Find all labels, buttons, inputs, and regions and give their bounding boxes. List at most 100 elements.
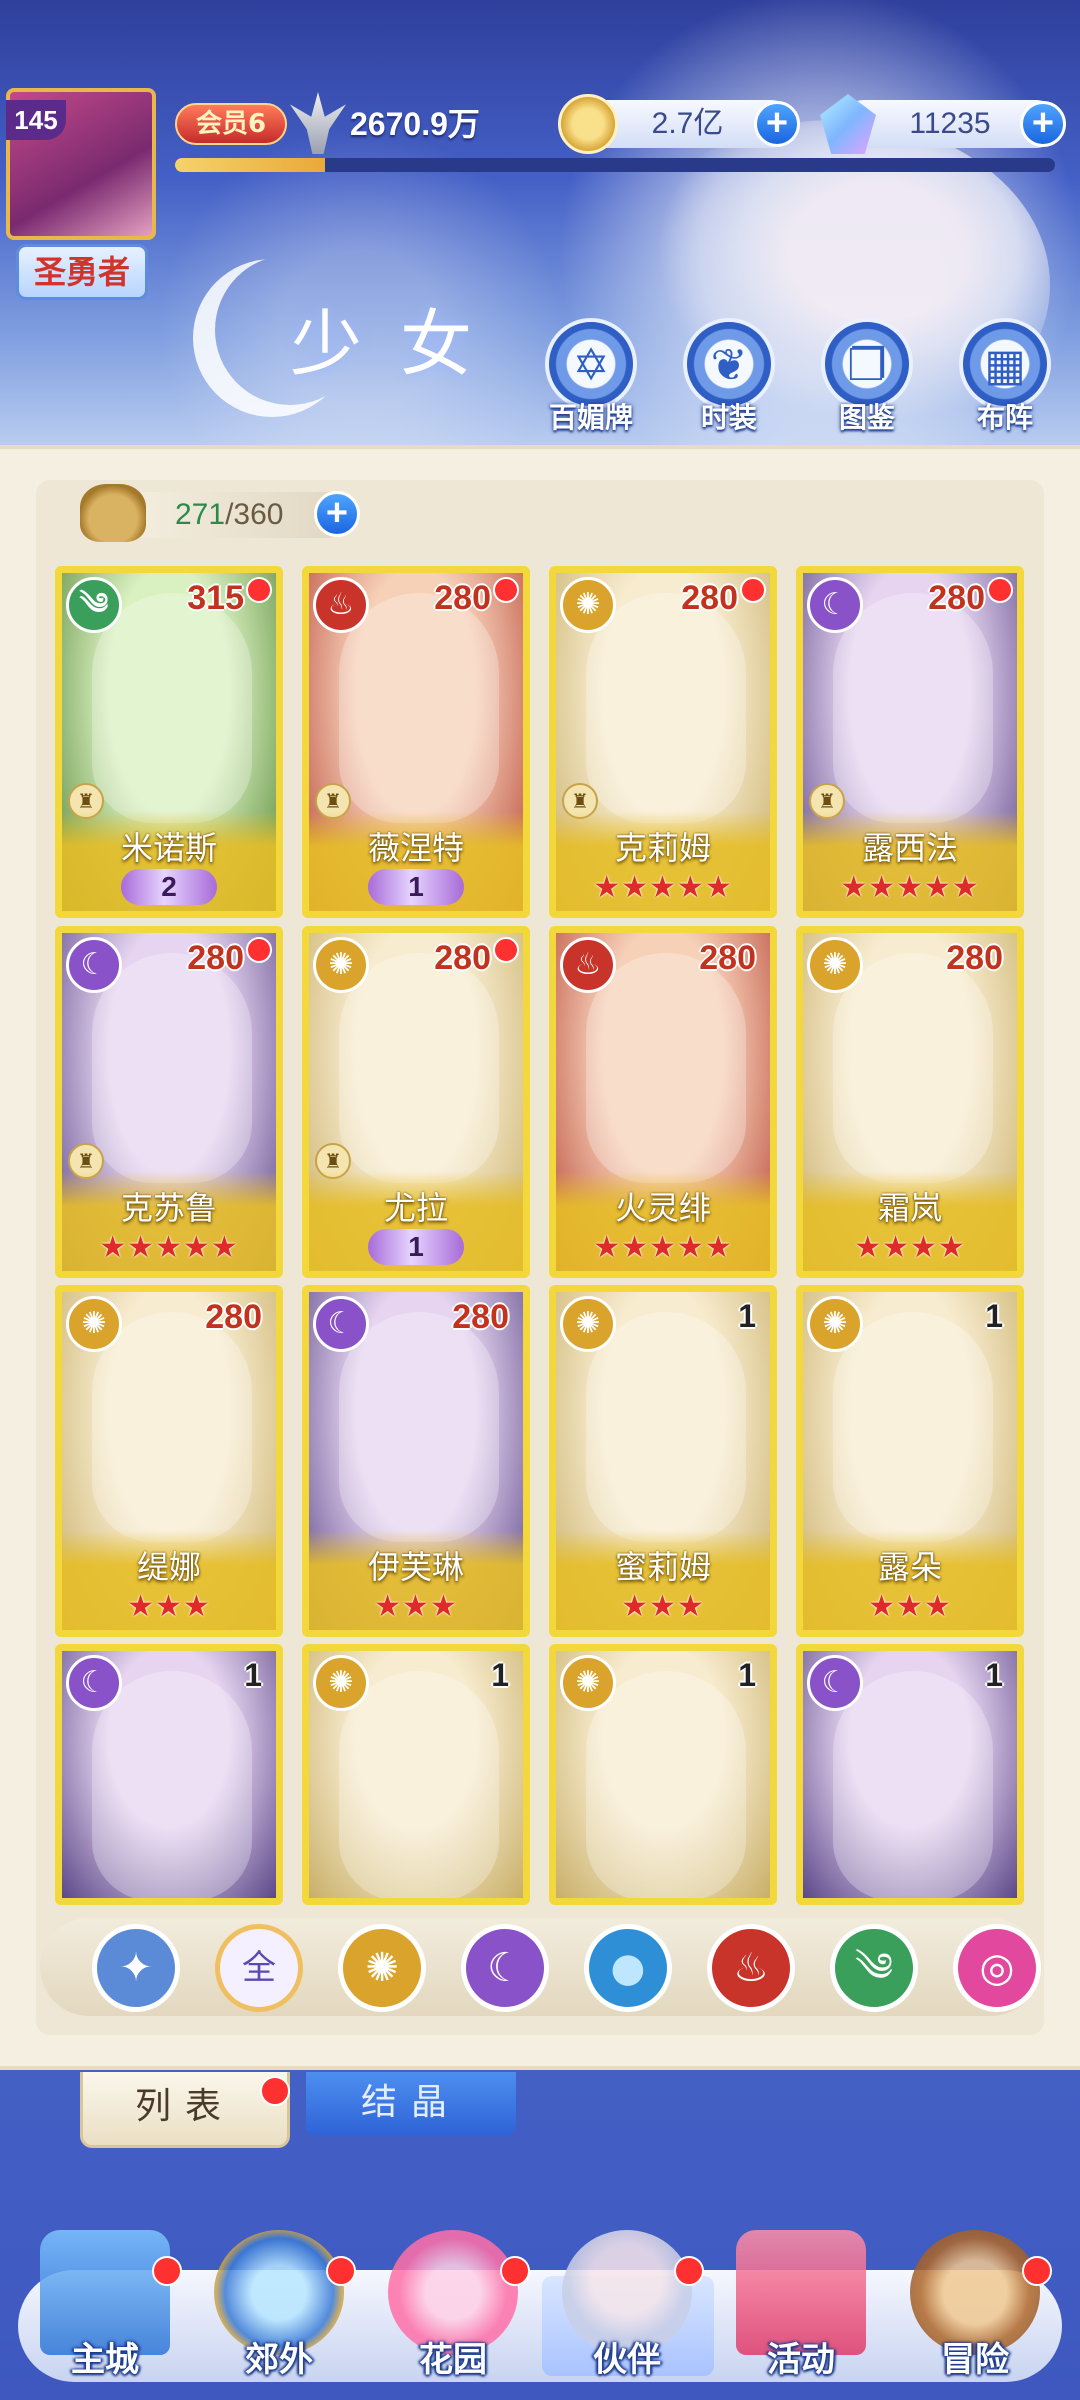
filter-water-icon[interactable]: ● [584, 1924, 672, 2012]
awaken-wing-badge: 2 [121, 869, 217, 905]
character-card[interactable]: ✺ 280 ♜ 尤拉 1 [302, 926, 530, 1278]
card-name: 克苏鲁 [120, 1189, 217, 1227]
card-level: 280 [434, 579, 491, 617]
star-rating: ★★★★★ [593, 870, 733, 905]
filter-wind-icon[interactable]: ༄ [830, 1924, 918, 2012]
xp-bar-fill [175, 158, 325, 172]
card-level: 1 [985, 1298, 1003, 1334]
dark-element-icon: ☾ [66, 1655, 122, 1711]
add-gold-button[interactable]: + [754, 101, 800, 147]
wind-element-icon: ༄ [66, 577, 122, 633]
light-element-icon: ✺ [313, 1655, 369, 1711]
card-level: 280 [946, 939, 1003, 977]
filter-special-icon[interactable]: ◎ [953, 1924, 1041, 2012]
star-rating: ★★★ [621, 1589, 705, 1624]
card-level: 1 [244, 1657, 262, 1693]
character-card[interactable]: ✺ 1 蜜莉姆 ★★★ [549, 1285, 777, 1637]
character-card[interactable]: ☾ 280 ♜ 露西法 ★★★★★ [796, 566, 1024, 918]
capacity-max: /360 [225, 498, 284, 531]
awaken-wing-badge: 1 [368, 869, 464, 905]
nav-label: 伙伴 [593, 2340, 661, 2380]
nav-item-gift[interactable]: 活动 [716, 2230, 886, 2385]
character-card[interactable]: ༄ 315 ♜ 米诺斯 2 [55, 566, 283, 918]
nav-item-castle[interactable]: 主城 [20, 2230, 190, 2385]
character-card[interactable]: ☾ 280 ♜ 克苏鲁 ★★★★★ [55, 926, 283, 1278]
notification-dot [246, 577, 272, 603]
notification-dot [674, 2256, 704, 2286]
filter-all-icon[interactable]: 全 [215, 1924, 303, 2012]
card-level: 280 [452, 1298, 509, 1336]
card-name: 伊芙琳 [367, 1548, 464, 1586]
character-card[interactable]: ☾ 1 [55, 1644, 283, 1905]
notification-dot [493, 937, 519, 963]
dark-element-icon: ☾ [807, 577, 863, 633]
star-rating: ★★★ [868, 1589, 952, 1624]
player-level: 145 [6, 100, 66, 140]
character-card[interactable]: ♨ 280 ♜ 薇涅特 1 [302, 566, 530, 918]
card-name: 薇涅特 [367, 829, 464, 867]
expand-capacity-button[interactable]: + [314, 491, 360, 537]
filter-fire-icon[interactable]: ♨ [707, 1924, 795, 2012]
card-name: 火灵绯 [614, 1189, 711, 1227]
character-card[interactable]: ✺ 280 霜岚 ★★★★ [796, 926, 1024, 1278]
card-level: 280 [205, 1298, 262, 1336]
star-rating: ★★★★★ [593, 1230, 733, 1265]
nav-item-portal[interactable]: 郊外 [194, 2230, 364, 2385]
add-gems-button[interactable]: + [1020, 101, 1066, 147]
notification-dot [740, 577, 766, 603]
tab-crystal[interactable]: 结晶 [306, 2072, 516, 2136]
top-button-formation[interactable]: ▦ 布阵 [950, 318, 1060, 434]
top-button-outfit[interactable]: ❦ 时装 [674, 318, 784, 434]
card-name: 露朵 [877, 1548, 942, 1586]
card-name: 米诺斯 [120, 829, 217, 867]
nav-label: 活动 [767, 2340, 835, 2380]
light-element-icon: ✺ [807, 937, 863, 993]
character-card[interactable]: ☾ 1 [796, 1644, 1024, 1905]
character-card[interactable]: ✺ 280 缇娜 ★★★ [55, 1285, 283, 1637]
nav-label: 冒险 [941, 2340, 1009, 2380]
filter-light-icon[interactable]: ✺ [338, 1924, 426, 2012]
nav-label: 主城 [71, 2340, 139, 2380]
light-element-icon: ✺ [807, 1296, 863, 1352]
character-card[interactable]: ✺ 1 [302, 1644, 530, 1905]
top-button-label: 图鉴 [838, 401, 895, 434]
awaken-wing-badge: 1 [368, 1229, 464, 1265]
card-name: 霜岚 [877, 1189, 942, 1227]
notification-dot [500, 2256, 530, 2286]
card-level: 1 [738, 1298, 756, 1334]
vip-badge[interactable]: 会员6 [175, 103, 287, 145]
tab-list[interactable]: 列表 [80, 2072, 290, 2148]
star-rating: ★★★★★ [840, 870, 980, 905]
nav-item-adventure[interactable]: 冒险 [890, 2230, 1060, 2385]
page-title: 少女 [290, 302, 511, 386]
character-card[interactable]: ✺ 280 ♜ 克莉姆 ★★★★★ [549, 566, 777, 918]
character-card[interactable]: ✺ 1 露朵 ★★★ [796, 1285, 1024, 1637]
dark-element-icon: ☾ [807, 1655, 863, 1711]
top-button-gallery[interactable]: ❐ 图鉴 [812, 318, 922, 434]
nav-item-heart[interactable]: 花园 [368, 2230, 538, 2385]
light-element-icon: ✺ [560, 1296, 616, 1352]
bag-icon [80, 484, 146, 542]
notification-dot [987, 577, 1013, 603]
filter-collapse-button[interactable]: ✦ [92, 1924, 180, 2012]
capacity-current: 271 [175, 498, 226, 531]
card-level: 280 [434, 939, 491, 977]
card-name: 缇娜 [136, 1548, 201, 1586]
star-rating: ★★★ [374, 1589, 458, 1624]
character-card[interactable]: ☾ 280 伊芙琳 ★★★ [302, 1285, 530, 1637]
star-rating: ★★★ [127, 1589, 211, 1624]
light-element-icon: ✺ [66, 1296, 122, 1352]
card-name: 蜜莉姆 [614, 1548, 711, 1586]
character-card[interactable]: ♨ 280 火灵绯 ★★★★★ [549, 926, 777, 1278]
top-button-label: 布阵 [976, 401, 1033, 434]
player-title-badge[interactable]: 圣勇者 [16, 244, 148, 300]
light-element-icon: ✺ [560, 577, 616, 633]
top-button-baimeipai[interactable]: ✡ 百媚牌 [536, 318, 646, 434]
nav-item-partner[interactable]: 伙伴 [542, 2230, 712, 2385]
top-button-label: 百媚牌 [548, 401, 633, 434]
tab-list-notification-dot [260, 2076, 290, 2106]
card-level: 280 [187, 939, 244, 977]
character-card[interactable]: ✺ 1 [549, 1644, 777, 1905]
filter-dark-icon[interactable]: ☾ [461, 1924, 549, 2012]
xp-bar [175, 158, 1055, 172]
